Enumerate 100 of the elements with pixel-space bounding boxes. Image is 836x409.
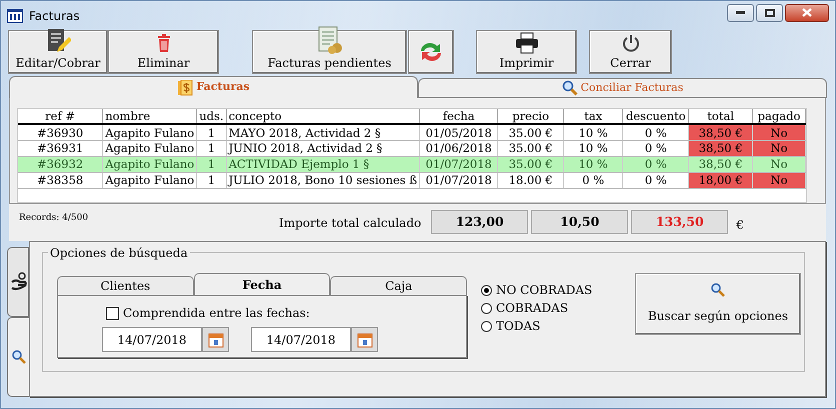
minimize-button[interactable] xyxy=(727,4,754,22)
table-cell: 18,00 € xyxy=(688,172,753,188)
toolbar-button[interactable]: Editar/Cobrar xyxy=(8,30,108,74)
radio-button[interactable] xyxy=(481,320,492,332)
search-icon xyxy=(562,80,578,96)
table-cell: #36930 xyxy=(18,124,103,140)
radio-button[interactable] xyxy=(481,284,492,296)
toolbar-button[interactable]: Imprimir xyxy=(476,30,577,74)
table-row[interactable]: #36932 Agapito Fulano 1 ACTIVIDAD Ejemplo 1 § 01/07/2018 35.00 € 10 % 0 % 38,50 € No xyxy=(18,156,806,172)
radio-label: COBRADAS xyxy=(496,300,568,317)
checkbox-label: Comprendida entre las fechas: xyxy=(123,305,310,322)
tab[interactable]: Fecha xyxy=(194,273,330,295)
table-cell: Agapito Fulano xyxy=(102,140,197,156)
radio-label: TODAS xyxy=(496,318,540,335)
table-cell: Agapito Fulano xyxy=(102,124,197,140)
table-cell: No xyxy=(752,156,806,172)
group-title: Opciones de búsqueda xyxy=(48,244,190,262)
radio-label: NO COBRADAS xyxy=(496,282,592,299)
side-tab[interactable] xyxy=(7,247,29,317)
total-value: 133,50 xyxy=(631,210,728,234)
search-icon xyxy=(12,350,26,364)
maximize-icon xyxy=(764,8,774,16)
refresh-button[interactable] xyxy=(408,30,454,74)
table-cell: 35.00 € xyxy=(498,140,564,156)
table-cell: 01/06/2018 xyxy=(420,140,498,156)
minimize-icon xyxy=(736,11,745,14)
power-icon xyxy=(620,32,640,53)
table-cell: 38,50 € xyxy=(688,124,753,140)
window-title: Facturas xyxy=(29,8,80,24)
column-header[interactable]: tax xyxy=(563,109,623,124)
date-field[interactable]: 14/07/2018 xyxy=(102,327,202,352)
tab[interactable]: Conciliar Facturas xyxy=(418,78,827,98)
tab[interactable]: Caja xyxy=(330,276,468,295)
checkbox[interactable] xyxy=(106,306,119,320)
records-count: Records: 4/500 xyxy=(19,212,90,226)
table-cell: MAYO 2018, Actividad 2 § xyxy=(226,124,420,140)
table-cell: #36931 xyxy=(18,140,103,156)
table-cell: 0 % xyxy=(622,124,689,140)
table-cell: Agapito Fulano xyxy=(102,172,197,188)
table-cell: 10 % xyxy=(563,124,623,140)
column-header[interactable]: descuento xyxy=(622,109,689,124)
total-value: 123,00 xyxy=(431,210,528,234)
table-cell: JULIO 2018, Bono 10 sesiones ß xyxy=(226,172,420,188)
table-cell: 35.00 € xyxy=(498,124,564,140)
report-coins-icon xyxy=(316,26,342,54)
calendar-icon xyxy=(208,332,224,348)
toolbar-button[interactable]: Eliminar xyxy=(108,30,219,74)
tab[interactable]: Facturas xyxy=(9,76,418,98)
calendar-button[interactable] xyxy=(202,327,229,352)
table-cell: 01/05/2018 xyxy=(420,124,498,140)
table-cell: 38,50 € xyxy=(688,156,753,172)
toolbar-button[interactable]: Cerrar xyxy=(589,30,672,74)
table-cell: 18.00 € xyxy=(498,172,564,188)
table-cell: 0 % xyxy=(563,172,623,188)
radio-button[interactable] xyxy=(481,302,492,314)
table-cell: 01/07/2018 xyxy=(420,156,498,172)
dollar-document-icon xyxy=(177,80,194,96)
table-cell: 1 xyxy=(196,156,226,172)
table-cell: 10 % xyxy=(563,156,623,172)
close-icon xyxy=(802,8,812,17)
search-button[interactable]: Buscar según opciones xyxy=(635,273,801,335)
close-button[interactable] xyxy=(785,4,829,22)
totals-label: Importe total calculado xyxy=(279,215,422,232)
table-cell: #36932 xyxy=(18,156,103,172)
table-cell: 10 % xyxy=(563,140,623,156)
table-cell: 0 % xyxy=(622,156,689,172)
table-cell: 01/07/2018 xyxy=(420,172,498,188)
calendar-button[interactable] xyxy=(351,327,378,352)
column-header[interactable]: uds. xyxy=(196,109,226,124)
hand-coin-icon xyxy=(10,272,26,292)
table-cell: 1 xyxy=(196,124,226,140)
date-field[interactable]: 14/07/2018 xyxy=(251,327,351,352)
currency-symbol: € xyxy=(736,217,744,234)
column-header[interactable]: nombre xyxy=(102,109,197,124)
search-icon xyxy=(711,283,725,297)
column-header[interactable]: ref # xyxy=(18,109,103,124)
document-pencil-icon xyxy=(45,28,71,54)
calendar-icon xyxy=(356,332,372,348)
column-header[interactable]: fecha xyxy=(420,109,498,124)
table-row[interactable]: #36930 Agapito Fulano 1 MAYO 2018, Actividad 2 § 01/05/2018 35.00 € 10 % 0 % 38,50 € No xyxy=(18,124,806,140)
table-cell: No xyxy=(752,124,806,140)
window-icon xyxy=(7,8,23,22)
table-cell: 1 xyxy=(196,172,226,188)
printer-icon xyxy=(514,32,538,54)
table-cell: 1 xyxy=(196,140,226,156)
column-header[interactable]: concepto xyxy=(226,109,420,124)
table-cell: #38358 xyxy=(18,172,103,188)
column-header[interactable]: precio xyxy=(498,109,564,124)
table-cell: 0 % xyxy=(622,172,689,188)
table-cell: ACTIVIDAD Ejemplo 1 § xyxy=(226,156,420,172)
table-row[interactable]: #36931 Agapito Fulano 1 JUNIO 2018, Actividad 2 § 01/06/2018 35.00 € 10 % 0 % 38,50 € No xyxy=(18,140,806,156)
table-cell: No xyxy=(752,172,806,188)
tab[interactable]: Clientes xyxy=(57,276,194,295)
maximize-button[interactable] xyxy=(756,4,783,22)
table-cell: 0 % xyxy=(622,140,689,156)
table-cell: No xyxy=(752,140,806,156)
table-cell: JUNIO 2018, Actividad 2 § xyxy=(226,140,420,156)
table-row[interactable]: #38358 Agapito Fulano 1 JULIO 2018, Bono 10 sesiones ß 01/07/2018 18.00 € 0 % 0 % 18,00 € No xyxy=(18,172,806,188)
table-cell: Agapito Fulano xyxy=(102,156,197,172)
table-cell: 35.00 € xyxy=(498,156,564,172)
